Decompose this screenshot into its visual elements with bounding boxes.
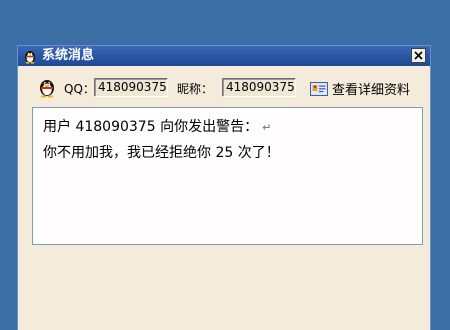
return-mark: ↵ bbox=[262, 121, 272, 134]
window-title: 系统消息 bbox=[42, 48, 95, 63]
message-text-1: 用户 418090375 向你发出警告： bbox=[43, 119, 259, 135]
id-card-icon[interactable] bbox=[310, 81, 328, 96]
user-info-bar: QQ： 418090375 昵称： 418090375 查看详细资料 bbox=[18, 73, 430, 101]
message-area[interactable]: 用户 418090375 向你发出警告： ↵ 你不用加我，我已经拒绝你 25 次了… bbox=[32, 107, 423, 245]
title-bar[interactable]: 系统消息 bbox=[18, 46, 430, 66]
view-details-link[interactable]: 查看详细资料 bbox=[332, 79, 410, 98]
system-message-window: 系统消息 QQ： 418090375 昵称： 418090375 查看详细资料 … bbox=[17, 45, 431, 330]
message-line-2: 你不用加我，我已经拒绝你 25 次了！ bbox=[43, 145, 280, 161]
close-button[interactable] bbox=[411, 48, 426, 63]
nickname-label: 昵称： bbox=[177, 82, 214, 96]
nickname-field[interactable]: 418090375 bbox=[222, 78, 296, 97]
qq-label: QQ： bbox=[64, 82, 95, 96]
penguin-icon bbox=[36, 76, 58, 98]
qq-number-field[interactable]: 418090375 bbox=[94, 78, 168, 97]
penguin-icon bbox=[22, 48, 38, 64]
message-line-1: 用户 418090375 向你发出警告： ↵ bbox=[43, 118, 271, 137]
close-icon bbox=[414, 51, 423, 60]
